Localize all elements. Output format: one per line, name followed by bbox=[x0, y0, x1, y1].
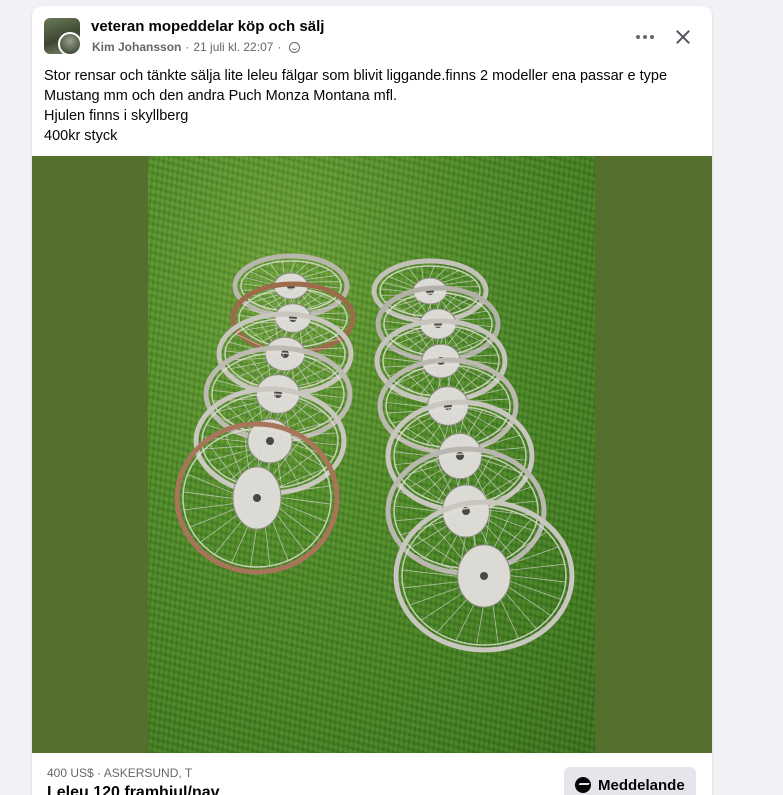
page-scrollbar[interactable] bbox=[769, 0, 783, 795]
group-name-link[interactable]: veteran mopeddelar köp och sälj bbox=[91, 18, 324, 35]
wheels-on-grass-photo[interactable] bbox=[148, 156, 595, 753]
more-options-icon bbox=[636, 35, 654, 39]
post-header: veteran mopeddelar köp och sälj Kim Joha… bbox=[32, 6, 712, 66]
post-text-line: Mustang mm och den andra Puch Monza Mont… bbox=[44, 88, 398, 104]
post-body: Stor rensar och tänkte sälja lite leleu … bbox=[44, 66, 704, 146]
post-text-line: 400kr styck bbox=[44, 128, 118, 144]
post-timestamp[interactable]: 21 juli kl. 22:07 bbox=[193, 40, 273, 54]
meta-separator-2: · bbox=[277, 40, 282, 54]
post-photo-area[interactable] bbox=[32, 156, 712, 753]
message-button-label: Meddelande bbox=[598, 776, 685, 794]
author-avatar[interactable] bbox=[58, 32, 80, 54]
post-text-line: Stor rensar och tänkte sälja lite leleu … bbox=[44, 68, 668, 84]
wheels-illustration bbox=[174, 253, 575, 653]
listing-price-location: 400 US$ · ASKERSUND, T bbox=[47, 766, 193, 780]
post-meta: Kim Johansson · 21 juli kl. 22:07 · bbox=[92, 40, 301, 54]
group-avatar[interactable] bbox=[44, 18, 80, 54]
globe-icon bbox=[289, 41, 301, 53]
author-link[interactable]: Kim Johansson bbox=[92, 40, 181, 54]
more-options-button[interactable] bbox=[630, 22, 660, 52]
messenger-icon bbox=[575, 777, 591, 793]
listing-title[interactable]: Leleu 120 framhjul/nav bbox=[47, 784, 220, 795]
meta-separator: · bbox=[185, 40, 190, 54]
post-card: veteran mopeddelar köp och sälj Kim Joha… bbox=[32, 6, 712, 795]
close-icon[interactable] bbox=[668, 22, 698, 52]
post-text-line: Hjulen finns i skyllberg bbox=[44, 108, 189, 124]
listing-footer: 400 US$ · ASKERSUND, T Leleu 120 framhju… bbox=[32, 753, 712, 795]
message-button[interactable]: Meddelande bbox=[564, 767, 696, 795]
